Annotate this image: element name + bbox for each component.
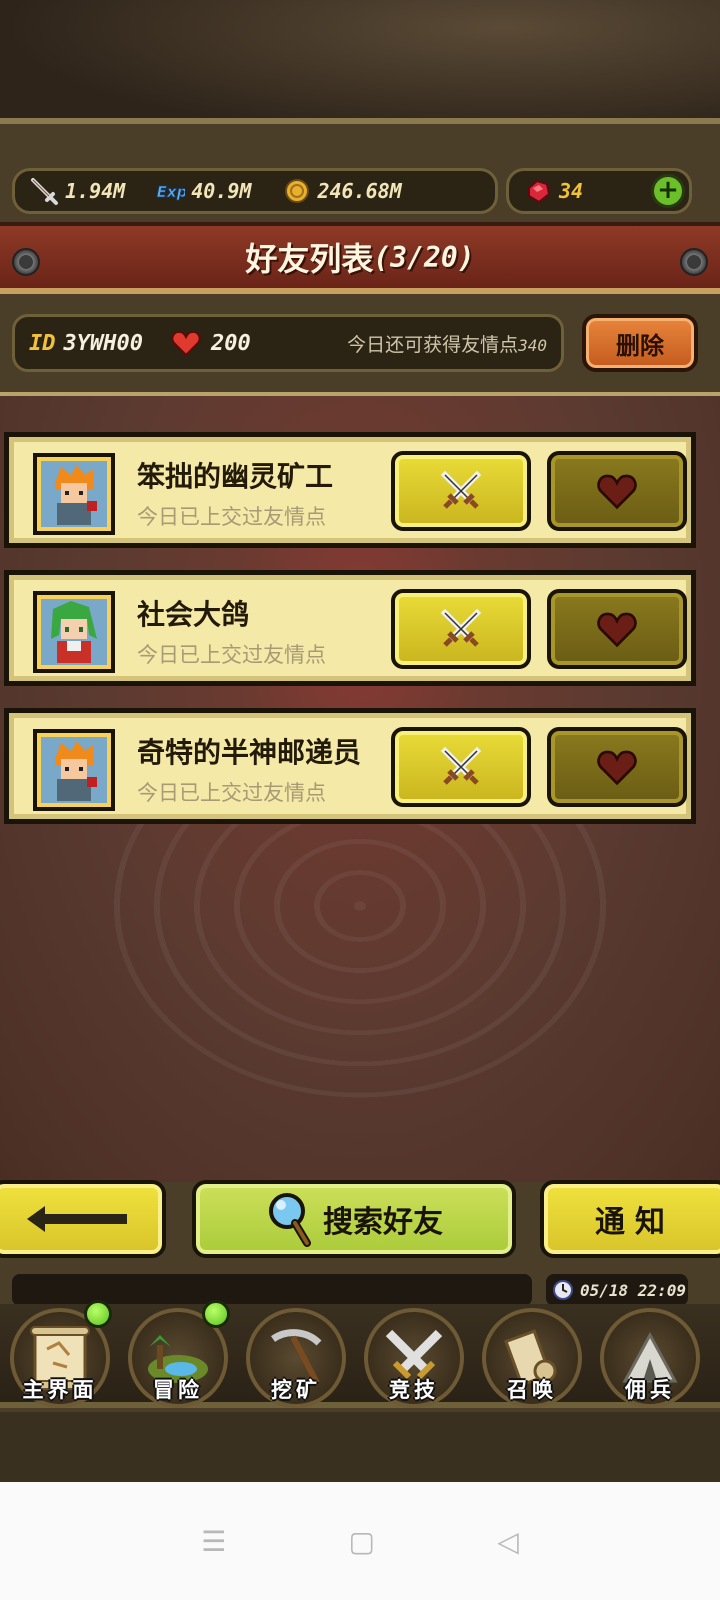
id-label: ID: [29, 330, 56, 356]
gold-value: 246.68M: [317, 179, 402, 203]
system-nav-bar: ☰ ▢ ◁: [0, 1482, 720, 1600]
back-button[interactable]: [0, 1180, 166, 1258]
home-icon[interactable]: ▢: [349, 1525, 375, 1558]
notification-badge: [84, 1300, 112, 1328]
battle-button[interactable]: [391, 589, 531, 669]
send-points-button[interactable]: [547, 727, 687, 807]
profile-bar: ID 3YWH00 200 今日还可获得友情点340: [12, 314, 564, 372]
crossed-swords-icon: [440, 746, 482, 785]
friend-name: 奇特的半神邮递员: [137, 736, 362, 769]
title-banner: 好友列表 (3/20): [0, 222, 720, 294]
nav-arena[interactable]: 竞技: [358, 1308, 470, 1408]
gem-value: 34: [559, 179, 584, 203]
bolt-icon: [680, 248, 708, 276]
friend-status: 今日已上交过友情点: [137, 643, 326, 667]
attack-value: 1.94M: [65, 179, 126, 203]
crossed-swords-icon: [440, 608, 482, 647]
nav-label: 竞技: [389, 1378, 439, 1402]
nav-home[interactable]: 主界面: [4, 1300, 116, 1408]
svg-text:Exp: Exp: [157, 183, 185, 201]
arrow-left-icon: [27, 1206, 127, 1232]
heart-icon: [171, 329, 201, 357]
clock-icon: [553, 1280, 573, 1300]
nav-adventure[interactable]: 冒险: [122, 1300, 234, 1408]
friend-count: (3/20): [373, 240, 475, 274]
heart-icon: [597, 474, 637, 510]
exp-stat: Exp 40.9M: [155, 176, 251, 206]
friend-status: 今日已上交过友情点: [137, 505, 326, 529]
exp-value: 40.9M: [191, 179, 252, 203]
magnifier-icon: [269, 1193, 311, 1247]
nav-label: 召唤: [507, 1378, 557, 1402]
currency-bar: 1.94M Exp 40.9M 246.68M: [12, 168, 498, 214]
nav-mercenary[interactable]: 佣兵: [594, 1308, 706, 1408]
friend-row: 笨拙的幽灵矿工 今日已上交过友情点: [4, 432, 696, 548]
nav-footer: [0, 1412, 720, 1482]
menu-icon[interactable]: ☰: [201, 1525, 226, 1558]
nav-label: 挖矿: [271, 1378, 321, 1402]
avatar: [33, 729, 115, 811]
today-points-value: 340: [518, 335, 547, 355]
sword-icon: [29, 176, 59, 206]
bottom-nav: 主界面 冒险 挖矿 竞技 召唤 佣兵: [0, 1300, 720, 1408]
friend-row: 社会大鸽 今日已上交过友情点: [4, 570, 696, 686]
nav-label: 主界面: [22, 1378, 98, 1402]
notification-badge: [202, 1300, 230, 1328]
exp-icon: Exp: [155, 176, 185, 206]
today-points-label: 今日还可获得友情点: [347, 333, 519, 356]
send-points-button[interactable]: [547, 589, 687, 669]
friend-points-value: 200: [210, 330, 251, 356]
send-points-button[interactable]: [547, 451, 687, 531]
crossed-swords-icon: [440, 470, 482, 509]
nav-label: 佣兵: [625, 1378, 675, 1402]
gold-stat: 246.68M: [281, 176, 402, 206]
notice-button[interactable]: 通知: [540, 1180, 720, 1258]
heart-icon: [597, 612, 637, 648]
gem-stat: 34: [523, 176, 583, 206]
avatar: [33, 453, 115, 535]
gold-coin-icon: [281, 176, 311, 206]
search-friends-button[interactable]: 搜索好友: [192, 1180, 516, 1258]
gem-bar: 34 +: [506, 168, 692, 214]
ruby-icon: [523, 176, 553, 206]
id-value: 3YWH00: [63, 330, 143, 356]
heart-icon: [597, 750, 637, 786]
friend-row: 奇特的半神邮递员 今日已上交过友情点: [4, 708, 696, 824]
delete-button[interactable]: 删除: [582, 314, 698, 372]
datetime-text: 05/18 22:09: [580, 1280, 686, 1300]
friend-name: 社会大鸽: [137, 598, 250, 631]
add-gems-button[interactable]: +: [651, 174, 685, 208]
page-title: 好友列表: [245, 240, 374, 278]
back-icon[interactable]: ◁: [497, 1525, 519, 1558]
avatar: [33, 591, 115, 673]
today-points: 今日还可获得友情点340: [347, 330, 547, 357]
attack-stat: 1.94M: [29, 176, 125, 206]
bolt-icon: [12, 248, 40, 276]
clock: 05/18 22:09: [544, 1272, 690, 1308]
nav-mining[interactable]: 挖矿: [240, 1308, 352, 1408]
battle-button[interactable]: [391, 727, 531, 807]
friend-status: 今日已上交过友情点: [137, 781, 326, 805]
nav-summon[interactable]: 召唤: [476, 1308, 588, 1408]
battle-button[interactable]: [391, 451, 531, 531]
search-friends-label: 搜索好友: [323, 1205, 443, 1240]
nav-label: 冒险: [153, 1378, 203, 1402]
friend-name: 笨拙的幽灵矿工: [137, 460, 334, 493]
